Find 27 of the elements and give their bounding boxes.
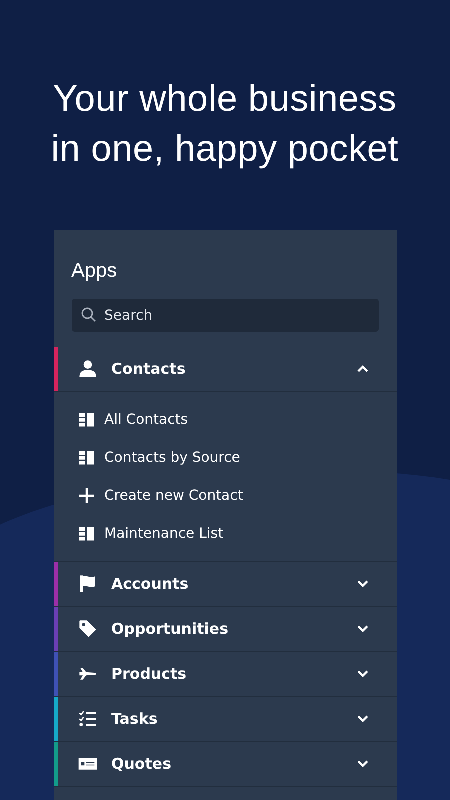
group-label: Opportunities <box>112 620 230 638</box>
checklist-icon <box>78 709 98 729</box>
headline: Your whole business in one, happy pocket <box>50 77 400 171</box>
app-group-row[interactable]: Products <box>54 652 396 697</box>
app-group-row[interactable]: Accounts <box>54 562 396 607</box>
submenu-item[interactable]: All Contacts <box>54 401 396 439</box>
list-icon <box>78 411 96 429</box>
plus-icon <box>78 487 96 505</box>
group-label: Contacts <box>112 360 187 378</box>
submenu-item[interactable]: Maintenance List <box>54 515 396 553</box>
app-group-row[interactable]: Contacts <box>54 347 396 392</box>
app-group-row[interactable]: Opportunities <box>54 607 396 652</box>
tag-icon <box>78 619 98 639</box>
list-icon <box>78 449 96 467</box>
app-group-row[interactable]: Quotes <box>54 742 396 787</box>
app-group-row[interactable]: Tasks <box>54 697 396 742</box>
panel-title: Apps <box>72 259 118 283</box>
person-icon <box>78 359 98 379</box>
flag-icon <box>78 574 98 594</box>
group-label: Tasks <box>112 710 159 728</box>
list-icon <box>78 525 96 543</box>
group-label: Accounts <box>112 575 190 593</box>
submenu-item[interactable]: Contacts by Source <box>54 439 396 477</box>
search-field[interactable]: Search <box>72 299 378 332</box>
group-label: Quotes <box>112 755 173 773</box>
submenu-item[interactable]: Create new Contact <box>54 477 396 515</box>
group-label: Products <box>112 665 188 683</box>
